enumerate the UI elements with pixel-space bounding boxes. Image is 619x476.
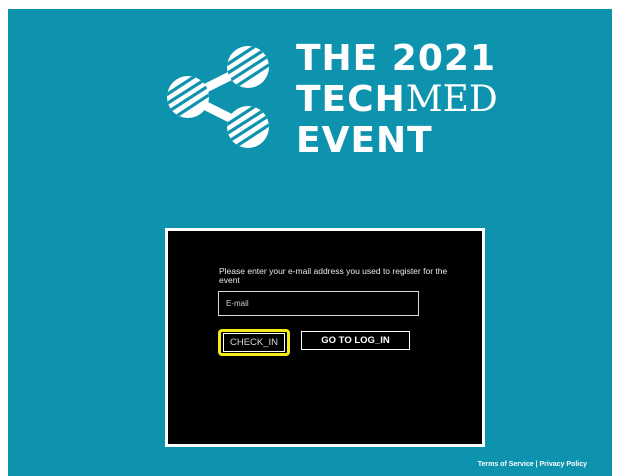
footer-separator: |	[535, 461, 538, 468]
title-tech: TECH	[296, 79, 406, 120]
share-nodes-icon	[167, 46, 269, 148]
title-line-2: TECHMED	[296, 79, 498, 120]
event-title: THE 2021 TECHMED EVENT	[296, 38, 498, 161]
title-med: MED	[405, 79, 498, 120]
checkin-panel: Please enter your e-mail address you use…	[165, 228, 485, 447]
checkin-button[interactable]: CHECK_IN	[218, 329, 290, 356]
footer-links: Terms of Service | Privacy Policy	[478, 461, 587, 468]
checkin-button-label: CHECK_IN	[223, 333, 285, 352]
email-prompt: Please enter your e-mail address you use…	[219, 266, 448, 285]
privacy-policy-link[interactable]: Privacy Policy	[540, 461, 587, 468]
go-to-login-button[interactable]: GO TO LOG_IN	[301, 331, 410, 350]
page-background: THE 2021 TECHMED EVENT Please enter your…	[8, 9, 612, 476]
title-line-3: EVENT	[296, 120, 433, 161]
terms-of-service-link[interactable]: Terms of Service	[478, 461, 534, 468]
email-input[interactable]	[218, 291, 419, 316]
title-line-1: THE 2021	[296, 38, 497, 79]
